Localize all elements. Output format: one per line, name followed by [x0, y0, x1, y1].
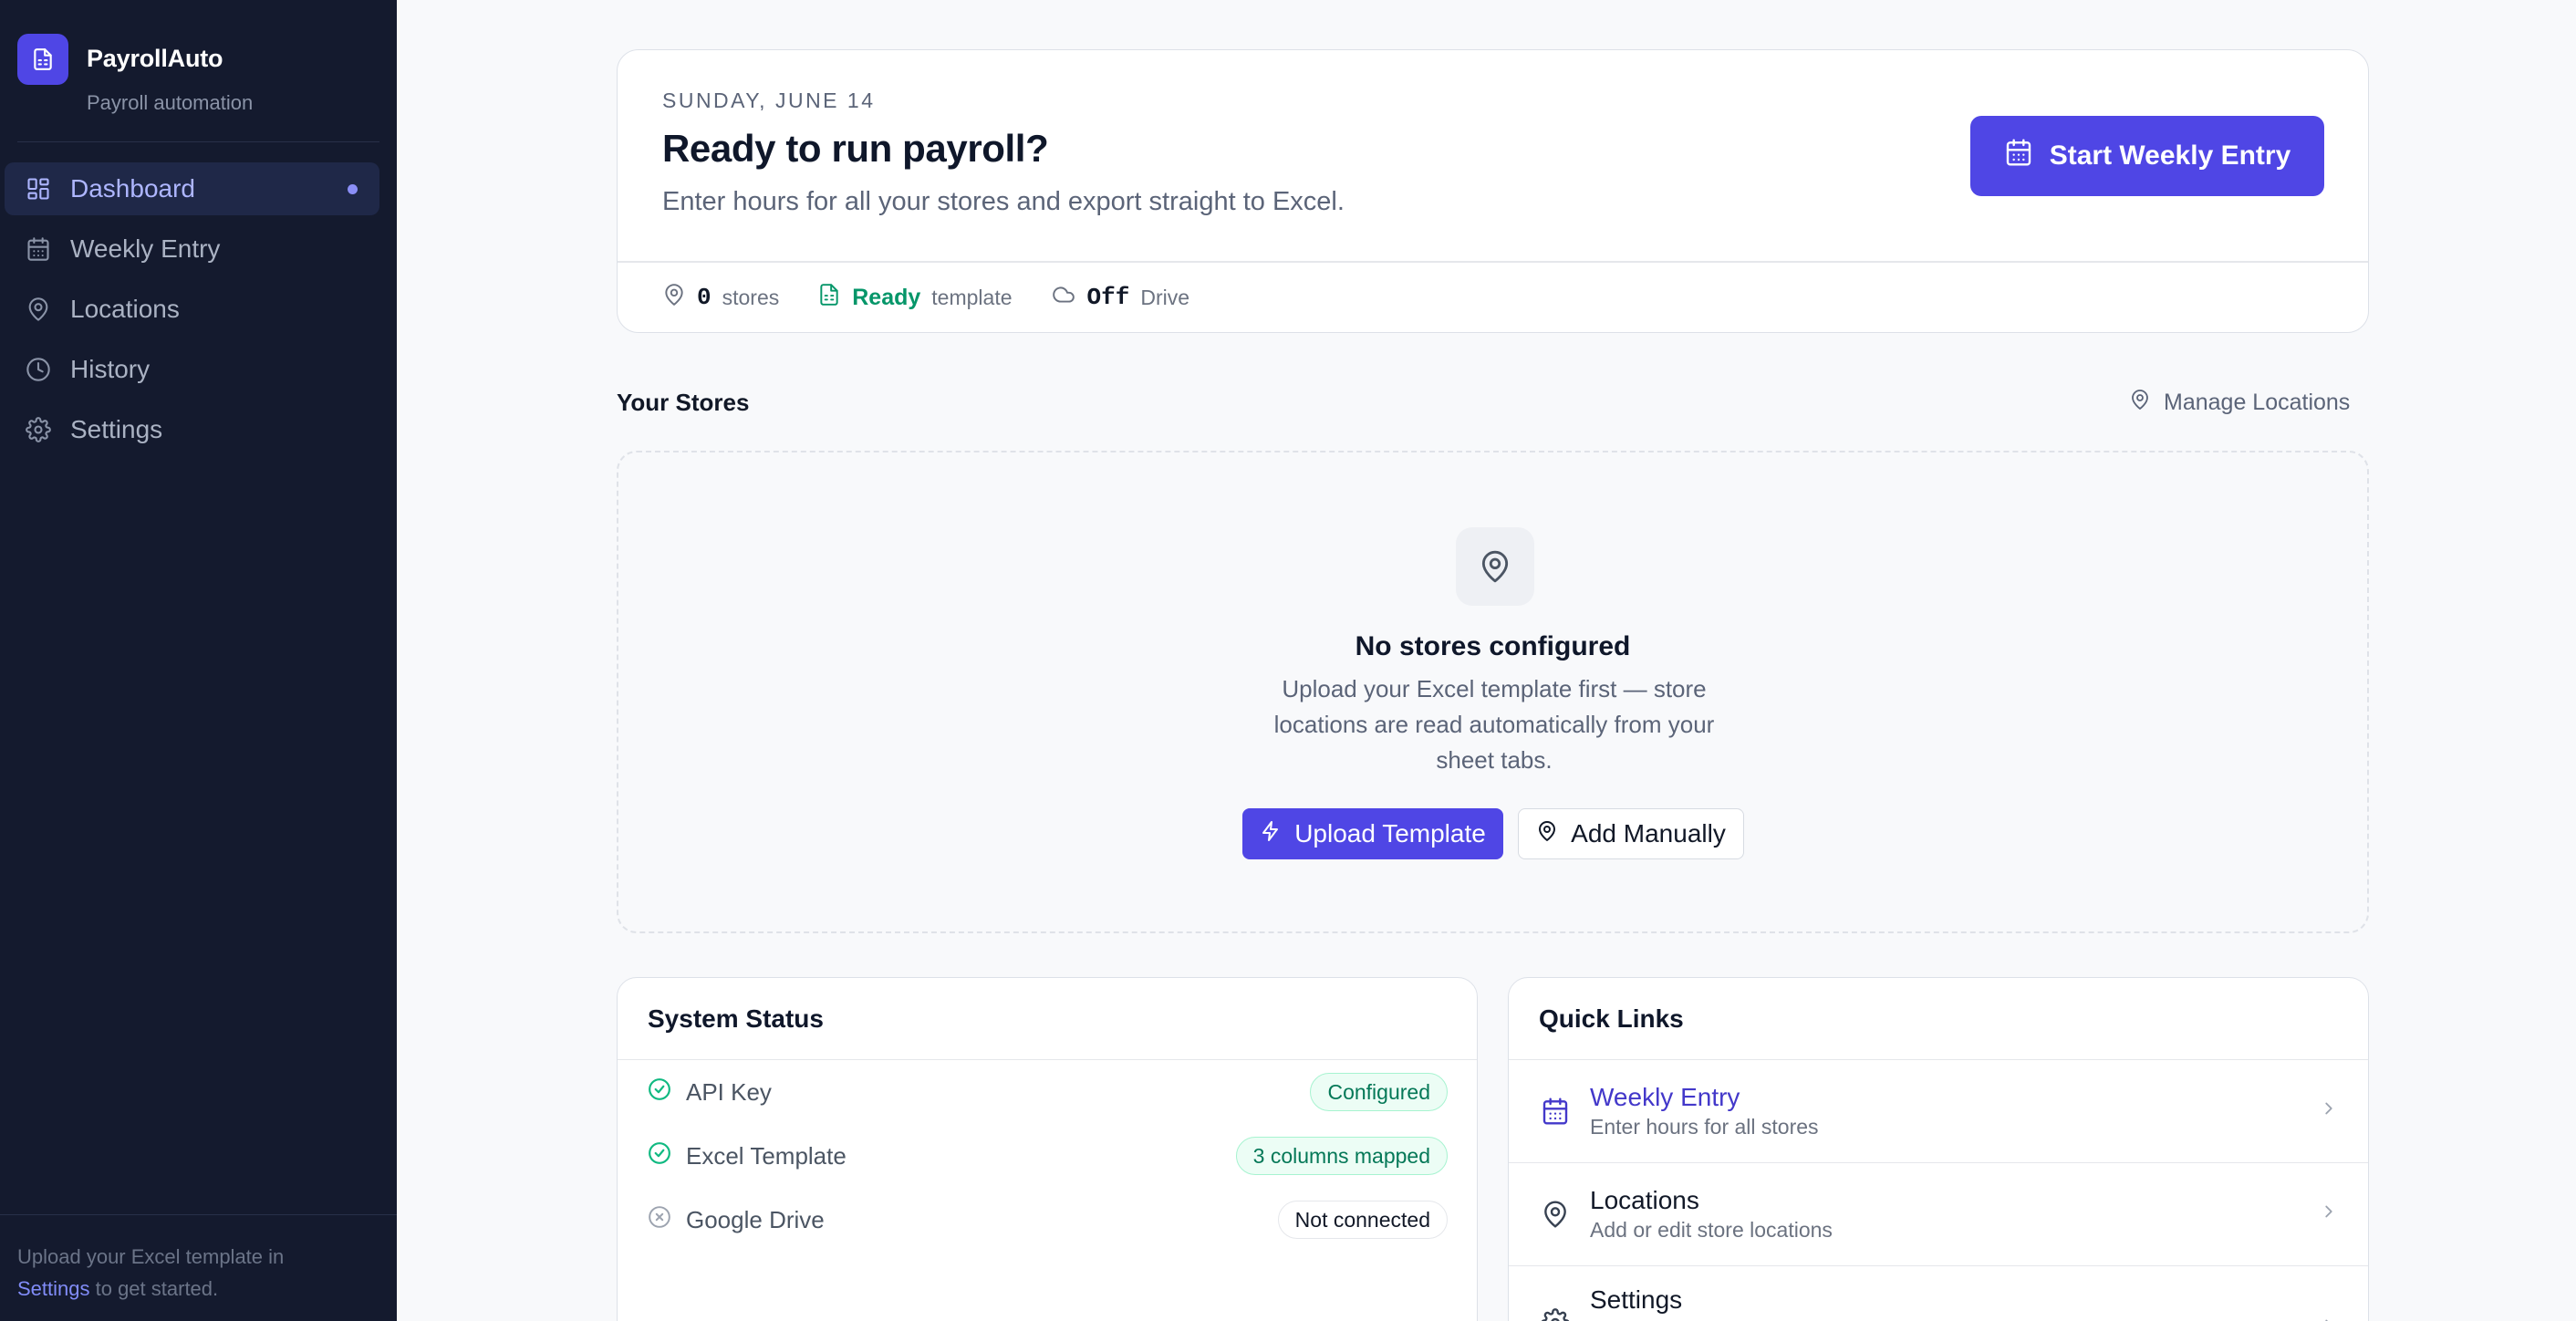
stores-count: 0 [697, 284, 712, 311]
status-label: Excel Template [686, 1141, 847, 1170]
x-circle-icon [648, 1205, 686, 1235]
status-badge: 3 columns mapped [1235, 1137, 1448, 1175]
page-title: Ready to run payroll? [662, 127, 1049, 170]
upload-template-button[interactable]: Upload Template [1242, 808, 1503, 859]
settings-link[interactable]: Settings [17, 1277, 90, 1300]
map-pin-icon [1536, 819, 1558, 848]
sidebar-item-label: Dashboard [70, 174, 195, 203]
brand-name: PayrollAuto [87, 45, 223, 72]
sidebar-item-dashboard[interactable]: Dashboard [5, 162, 379, 215]
map-pin-icon [1539, 1198, 1572, 1231]
quick-link-weekly-entry[interactable]: Weekly Entry Enter hours for all stores [1509, 1060, 2368, 1163]
drive-status: Off [1086, 284, 1130, 311]
start-weekly-entry-button[interactable]: Start Weekly Entry [1970, 116, 2324, 196]
check-circle-icon [648, 1141, 686, 1171]
cloud-icon [1051, 283, 1087, 312]
brand[interactable]: PayrollAuto [17, 34, 223, 85]
empty-stores-state: No stores configured Upload your Excel t… [617, 451, 2369, 933]
sidebar-item-label: Settings [70, 415, 163, 443]
quick-links-card: Quick Links Weekly Entry Enter hours for… [1508, 977, 2369, 1321]
template-stat: Ready template [817, 283, 1013, 312]
button-label: Upload Template [1294, 819, 1486, 848]
add-manually-button[interactable]: Add Manually [1518, 808, 1744, 859]
status-badge: Configured [1310, 1073, 1448, 1111]
status-row-excel-template: Excel Template 3 columns mapped [618, 1124, 1477, 1188]
card-title: System Status [618, 978, 1477, 1060]
link-title: Weekly Entry [1590, 1083, 1740, 1111]
spreadsheet-icon [817, 283, 852, 312]
stat-label: template [931, 285, 1013, 309]
link-label: Manage Locations [2164, 390, 2351, 415]
quick-link-locations[interactable]: Locations Add or edit store locations [1509, 1163, 2368, 1266]
sidebar-item-settings[interactable]: Settings [5, 403, 379, 456]
sidebar-item-label: Weekly Entry [70, 234, 221, 263]
sidebar-item-label: Locations [70, 295, 180, 323]
button-label: Add Manually [1571, 819, 1726, 848]
hero-card: SUNDAY, JUNE 14 Ready to run payroll? En… [617, 49, 2369, 333]
divider [0, 1214, 397, 1215]
map-pin-icon [1456, 527, 1534, 606]
status-row-google-drive: Google Drive Not connected [618, 1188, 1477, 1252]
footer-text: to get started. [89, 1277, 219, 1300]
manage-locations-link[interactable]: Manage Locations [2129, 389, 2350, 417]
map-pin-icon [23, 294, 54, 325]
link-title: Settings [1590, 1285, 1683, 1314]
status-label: Google Drive [686, 1205, 825, 1233]
lightning-icon [1260, 819, 1282, 848]
sidebar: PayrollAuto Payroll automation Dashboard… [0, 0, 397, 1321]
page-subtitle: Enter hours for all your stores and expo… [662, 187, 1345, 216]
template-status: Ready [852, 284, 921, 310]
stat-label: Drive [1140, 285, 1189, 309]
link-title: Locations [1590, 1186, 1699, 1214]
gear-icon [23, 414, 54, 445]
brand-subtitle: Payroll automation [87, 91, 254, 114]
active-indicator [348, 184, 358, 194]
map-pin-icon [662, 283, 697, 312]
sidebar-item-locations[interactable]: Locations [5, 283, 379, 336]
status-label: API Key [686, 1077, 772, 1106]
section-title: Your Stores [617, 389, 750, 416]
gear-icon [1539, 1306, 1572, 1321]
system-status-card: System Status API Key Configured Excel T… [617, 977, 1478, 1321]
sidebar-footer-hint: Upload your Excel template in Settings t… [17, 1241, 364, 1305]
chevron-right-icon [2319, 1098, 2339, 1123]
footer-text: Upload your Excel template in [17, 1245, 285, 1268]
link-description: Add or edit store locations [1590, 1218, 1833, 1242]
calendar-icon [23, 234, 54, 265]
calendar-icon [2004, 138, 2033, 174]
sidebar-item-history[interactable]: History [5, 343, 379, 396]
map-pin-icon [2129, 389, 2151, 417]
check-circle-icon [648, 1077, 686, 1108]
status-row-api-key: API Key Configured [618, 1060, 1477, 1124]
empty-title: No stores configured [1355, 631, 1631, 661]
dashboard-icon [23, 173, 54, 204]
calendar-icon [1539, 1095, 1572, 1128]
card-title: Quick Links [1509, 978, 2368, 1060]
stat-label: stores [722, 285, 780, 309]
empty-description: Upload your Excel template first — store… [1273, 675, 1715, 774]
stores-stat: 0 stores [662, 283, 779, 312]
sidebar-item-weekly-entry[interactable]: Weekly Entry [5, 223, 379, 276]
stats-bar: 0 stores Ready template Off Drive [662, 279, 1228, 316]
document-icon [17, 34, 68, 85]
empty-actions: Upload Template Add Manually [1242, 808, 1744, 859]
sidebar-nav: Dashboard Weekly Entry Locations History [5, 162, 379, 463]
button-label: Start Weekly Entry [2049, 140, 2291, 171]
divider [17, 141, 379, 142]
status-badge: Not connected [1277, 1201, 1448, 1239]
link-description: Enter hours for all stores [1590, 1115, 1819, 1139]
divider [618, 261, 2368, 263]
current-date: SUNDAY, JUNE 14 [662, 88, 876, 112]
chevron-right-icon [2319, 1201, 2339, 1226]
quick-link-settings[interactable]: Settings [1509, 1266, 2368, 1321]
chevron-right-icon [2319, 1316, 2339, 1321]
sidebar-item-label: History [70, 355, 151, 383]
clock-icon [23, 354, 54, 385]
drive-stat: Off Drive [1051, 283, 1189, 312]
